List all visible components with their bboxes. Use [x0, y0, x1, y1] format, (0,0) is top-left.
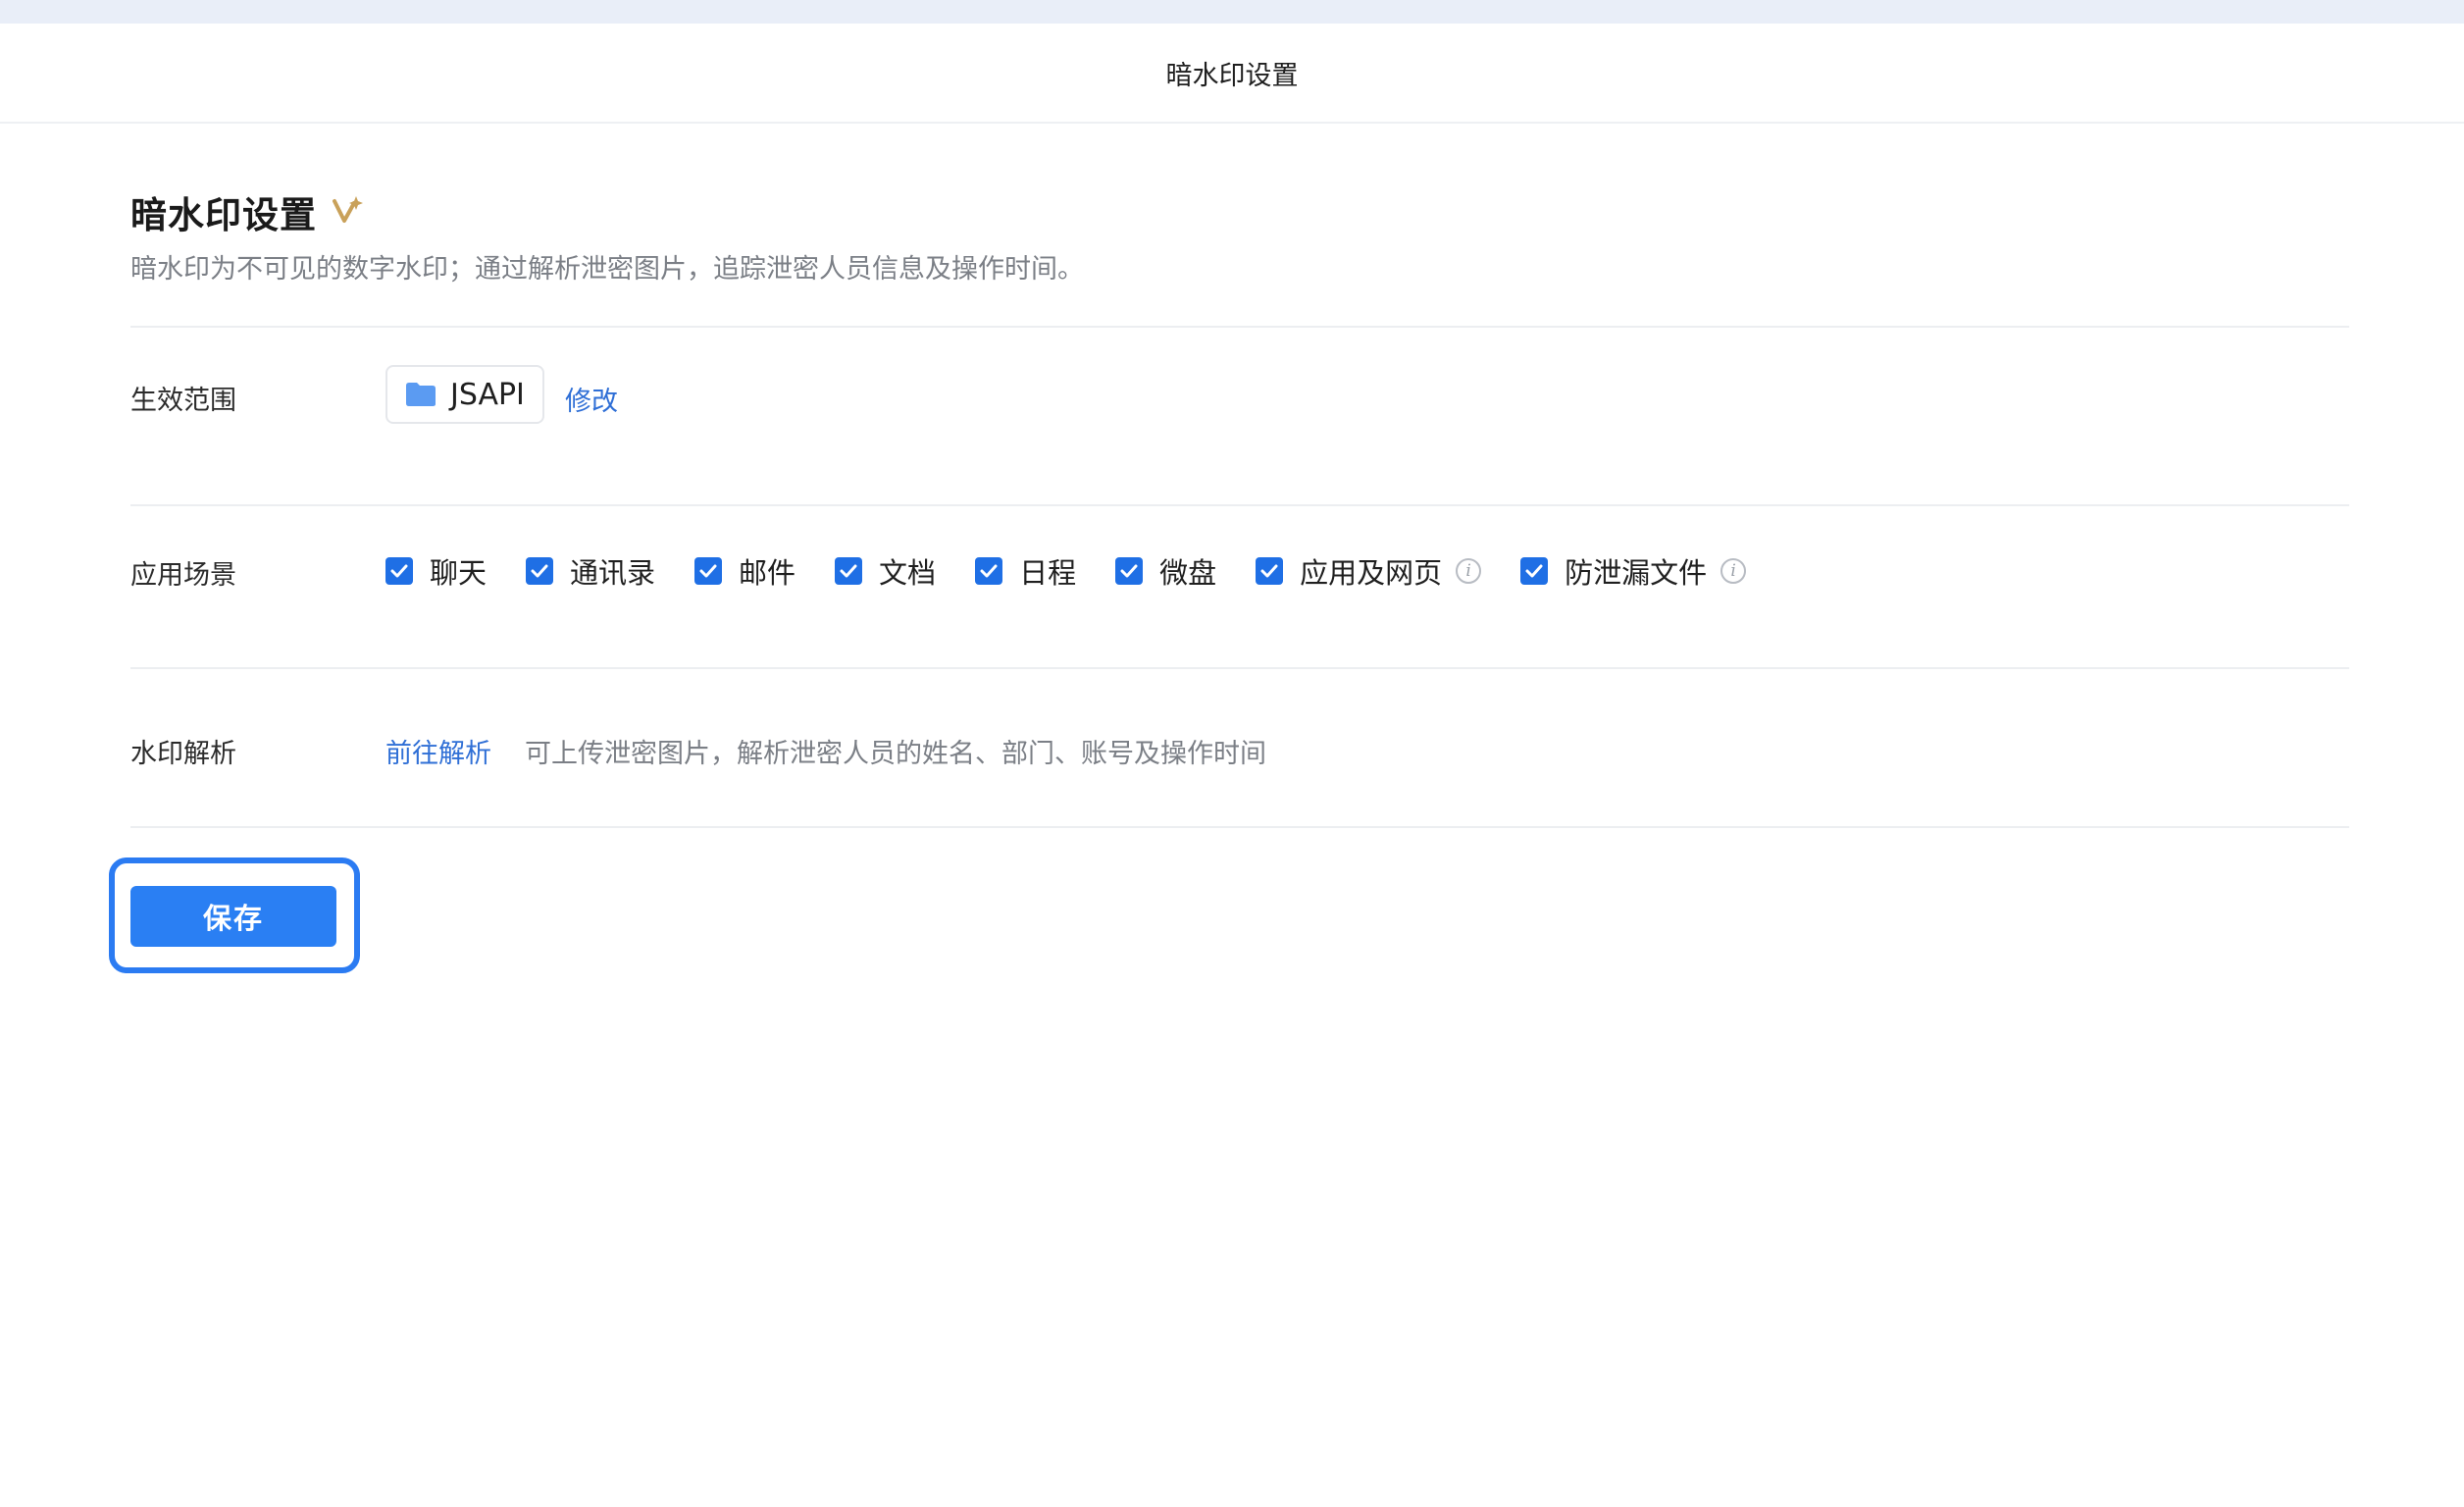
check-icon [699, 564, 717, 578]
go-analyze-link[interactable]: 前往解析 [385, 732, 491, 770]
checkbox-apps-web[interactable] [1256, 557, 1284, 585]
info-icon[interactable]: i [1720, 558, 1747, 584]
scene-apps-web[interactable]: 应用及网页 i [1256, 550, 1482, 592]
page-subtitle: 暗水印为不可见的数字水印；通过解析泄密图片，追踪泄密人员信息及操作时间。 [130, 254, 1084, 285]
sparkle-icon [333, 196, 363, 223]
scene-label-drive: 微盘 [1159, 556, 1217, 590]
check-icon [1260, 564, 1278, 578]
checkbox-mail[interactable] [694, 557, 723, 585]
checkbox-drive[interactable] [1115, 557, 1144, 585]
scene-label-chat: 聊天 [430, 556, 488, 590]
scope-chip: JSAPI [385, 365, 544, 424]
scene-contacts[interactable]: 通讯录 [526, 550, 655, 592]
scene-label-contacts: 通讯录 [570, 556, 656, 590]
title-row: 暗水印设置 [130, 186, 364, 237]
page-title: 暗水印设置 [130, 194, 317, 236]
header-title: 暗水印设置 [1165, 60, 1299, 91]
check-icon [531, 564, 548, 578]
scene-docs[interactable]: 文档 [835, 550, 936, 592]
scene-chat[interactable]: 聊天 [385, 550, 487, 592]
check-icon [840, 564, 857, 578]
scene-mail[interactable]: 邮件 [694, 550, 796, 592]
info-icon[interactable]: i [1456, 558, 1482, 584]
check-icon [1120, 564, 1138, 578]
check-icon [980, 564, 998, 578]
checkbox-docs[interactable] [835, 557, 863, 585]
scope-label: 生效范围 [130, 386, 236, 416]
checkbox-calendar[interactable] [975, 557, 1003, 585]
checkbox-dlp-files[interactable] [1520, 557, 1549, 585]
folder-icon [406, 383, 436, 406]
scene-label-docs: 文档 [879, 556, 937, 590]
divider [130, 667, 2349, 669]
scenes-label: 应用场景 [130, 560, 236, 591]
check-icon [1525, 564, 1543, 578]
divider [130, 826, 2349, 828]
save-button[interactable]: 保存 [130, 886, 336, 947]
analysis-label: 水印解析 [130, 739, 236, 769]
settings-window: 暗水印设置 暗水印设置 暗水印为不可见的数字水印；通过解析泄密图片，追踪泄密人员… [0, 24, 2464, 1507]
checkbox-chat[interactable] [385, 557, 413, 585]
header-bar: 暗水印设置 [0, 24, 2464, 124]
scene-label-dlp-files: 防泄漏文件 [1565, 556, 1708, 590]
scope-chip-text: JSAPI [450, 377, 525, 412]
scene-label-calendar: 日程 [1019, 556, 1077, 590]
divider [130, 326, 2349, 328]
modify-scope-link[interactable]: 修改 [565, 380, 618, 418]
checkbox-contacts[interactable] [526, 557, 554, 585]
scene-checkbox-group: 聊天 通讯录 邮件 文档 日程 微盘 应用及网页 i 防泄漏文件 i [385, 551, 1785, 591]
scene-dlp-files[interactable]: 防泄漏文件 i [1520, 550, 1747, 592]
check-icon [390, 564, 408, 578]
divider [130, 504, 2349, 506]
scene-drive[interactable]: 微盘 [1115, 550, 1216, 592]
scene-label-apps-web: 应用及网页 [1300, 556, 1443, 590]
scene-calendar[interactable]: 日程 [975, 550, 1076, 592]
window-top-strip [0, 0, 2464, 24]
scene-label-mail: 邮件 [739, 556, 796, 590]
analysis-description: 可上传泄密图片，解析泄密人员的姓名、部门、账号及操作时间 [525, 739, 1266, 769]
